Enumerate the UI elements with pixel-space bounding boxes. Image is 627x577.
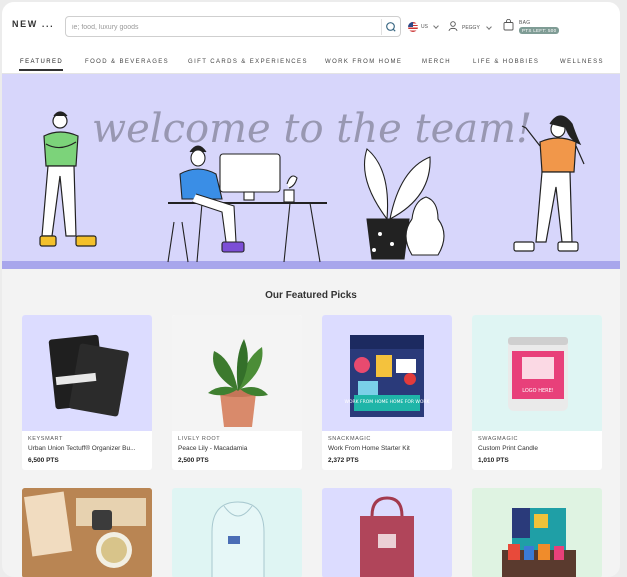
us-flag-icon — [408, 22, 418, 32]
locale-label: US — [421, 24, 428, 30]
product-name[interactable]: Urban Union Tectuff® Organizer Bu... — [28, 445, 148, 452]
bag-label: BAG — [519, 20, 531, 26]
user-icon — [448, 21, 458, 34]
product-card[interactable] — [322, 488, 452, 577]
nav-life-hobbies[interactable]: LIFE & HOBBIES — [473, 59, 539, 65]
category-nav: FEATURED FOOD & BEVERAGES GIFT CARDS & E… — [2, 55, 620, 71]
featured-title: Our Featured Picks — [265, 290, 357, 301]
product-image — [22, 315, 152, 431]
site-header: NEW ... US PEGGY BAG PTS LEFT — [2, 2, 620, 74]
product-card[interactable]: LIVELY ROOT Peace Lily - Macadamia 2,500… — [172, 315, 302, 470]
product-card[interactable]: LOGO HERE! SWAGMAGIC Custom Print Candle… — [472, 315, 602, 470]
user-menu[interactable]: PEGGY — [448, 21, 492, 34]
nav-wellness[interactable]: WELLNESS — [560, 59, 604, 65]
product-card[interactable]: WORK FROM HOME HOME FOR WORK SNACKMAGIC … — [322, 315, 452, 470]
product-points: 2,500 PTS — [178, 457, 209, 464]
nav-food-beverages[interactable]: FOOD & BEVERAGES — [85, 59, 169, 65]
product-name[interactable]: Work From Home Starter Kit — [328, 445, 448, 452]
box-label: WORK FROM HOME HOME FOR WORK — [345, 399, 431, 405]
nav-featured[interactable]: FEATURED — [20, 59, 63, 65]
product-card[interactable] — [172, 488, 302, 577]
product-vendor: SWAGMAGIC — [478, 436, 519, 442]
brand-logo[interactable]: NEW ... — [12, 19, 54, 29]
product-meta: SNACKMAGIC Work From Home Starter Kit 2,… — [328, 436, 448, 464]
user-name: PEGGY — [462, 24, 480, 31]
banner-headline: welcome to the team! — [92, 106, 532, 152]
product-image — [172, 315, 302, 431]
app-frame: NEW ... US PEGGY BAG PTS LEFT — [2, 2, 620, 577]
product-card[interactable] — [22, 488, 152, 577]
product-points: 6,500 PTS — [28, 457, 59, 464]
product-vendor: KEYSMART — [28, 436, 63, 442]
chevron-down-icon — [485, 23, 492, 30]
product-points: 1,010 PTS — [478, 457, 509, 464]
product-image — [360, 496, 414, 577]
welcome-banner: welcome to the team! — [2, 74, 620, 269]
plant-decor — [363, 148, 445, 260]
product-image — [502, 508, 576, 577]
product-image: LOGO HERE! — [472, 315, 602, 431]
search-bar — [65, 16, 401, 37]
active-tab-underline — [19, 69, 63, 71]
search-input[interactable] — [72, 19, 372, 35]
product-meta: SWAGMAGIC Custom Print Candle 1,010 PTS — [478, 436, 598, 464]
product-image — [211, 501, 265, 577]
nav-work-from-home[interactable]: WORK FROM HOME — [325, 59, 402, 65]
product-card[interactable] — [472, 488, 602, 577]
bag-icon — [503, 18, 514, 36]
desk-scene — [167, 145, 327, 263]
chevron-down-icon — [433, 23, 439, 29]
product-meta: KEYSMART Urban Union Tectuff® Organizer … — [28, 436, 148, 464]
product-image — [22, 488, 152, 577]
product-name[interactable]: Custom Print Candle — [478, 445, 598, 452]
product-meta: LIVELY ROOT Peace Lily - Macadamia 2,500… — [178, 436, 298, 464]
welcome-illustration: welcome to the team! — [2, 106, 620, 269]
search-icon[interactable] — [381, 19, 397, 35]
product-image: WORK FROM HOME HOME FOR WORK — [322, 315, 452, 431]
product-vendor: SNACKMAGIC — [328, 436, 371, 442]
candle-label: LOGO HERE! — [522, 388, 554, 394]
points-left-badge: PTS LEFT: 500 — [519, 27, 560, 34]
locale-selector[interactable]: US — [408, 21, 439, 33]
product-name[interactable]: Peace Lily - Macadamia — [178, 445, 298, 452]
product-card[interactable]: KEYSMART Urban Union Tectuff® Organizer … — [22, 315, 152, 470]
shopping-bag[interactable]: BAG PTS LEFT: 500 — [503, 18, 560, 36]
standing-person-left — [39, 111, 97, 247]
product-points: 2,372 PTS — [328, 457, 359, 464]
nav-merch[interactable]: MERCH — [422, 59, 451, 65]
product-vendor: LIVELY ROOT — [178, 436, 221, 442]
nav-gift-cards-experiences[interactable]: GIFT CARDS & EXPERIENCES — [188, 59, 308, 65]
